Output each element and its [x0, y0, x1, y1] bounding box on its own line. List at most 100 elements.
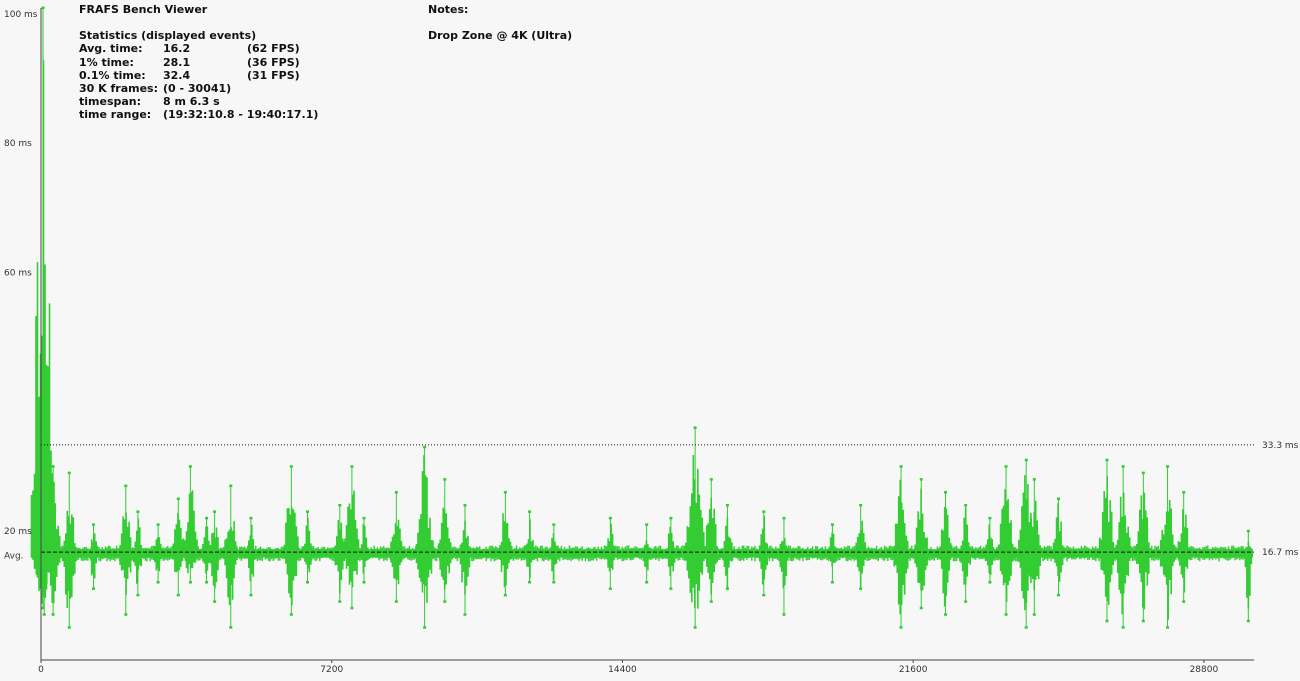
spike-cap-top [124, 484, 128, 488]
spike-cluster [1159, 499, 1177, 620]
frame-time-spike [172, 497, 185, 597]
frame-time-spike [459, 503, 471, 616]
spike-cluster [172, 513, 185, 573]
spike-cap-top [1024, 458, 1028, 462]
spike-cap-bottom [503, 593, 507, 597]
spike-cluster [998, 489, 1015, 603]
y-tick-label: Avg. [4, 551, 24, 561]
spike-cluster [1027, 500, 1043, 590]
stat-value: (19:32:10.8 - 19:40:17.1) [163, 108, 319, 122]
spike-cap-top [964, 503, 968, 507]
spike-cluster [1052, 503, 1065, 582]
spike-cap-bottom [1032, 613, 1036, 616]
spike-cap-bottom [762, 593, 766, 597]
frame-time-spike [960, 503, 971, 603]
frame-time-spike [893, 465, 910, 629]
spike-cap-top [1004, 465, 1008, 468]
spike-cap-top [463, 503, 467, 507]
x-tick-label: 28800 [1190, 665, 1219, 675]
frame-time-spike [758, 510, 770, 597]
spike-cap-bottom [394, 600, 398, 603]
spike-cap-top [362, 516, 366, 520]
spike-cap-bottom [362, 580, 366, 584]
spike-cluster [666, 526, 676, 576]
spike-cap-top [350, 465, 354, 468]
frame-time-spike [549, 523, 559, 584]
spike-cap-top [205, 516, 209, 520]
frame-time-spike [62, 471, 78, 629]
x-tick-label: 14400 [608, 665, 637, 675]
notes-panel: Notes: Drop Zone @ 4K (Ultra) [428, 3, 572, 42]
spike-cap-top [213, 510, 217, 513]
spike-cap-bottom [124, 613, 128, 616]
statistics-panel: FRAFS Bench Viewer Statistics (displayed… [79, 3, 318, 122]
spike-cap-bottom [67, 626, 71, 629]
notes-text: Drop Zone @ 4K (Ultra) [428, 29, 573, 43]
spike-cluster [1098, 476, 1116, 605]
spike-cap-top [1166, 465, 1170, 468]
spike-cap-top [188, 465, 192, 468]
frame-time-spike [334, 503, 346, 603]
spike-cluster [642, 540, 652, 571]
spike-cluster [524, 519, 536, 579]
spike-cap-top [669, 516, 673, 520]
spike-cluster [359, 524, 369, 574]
frame-time-spike [246, 516, 256, 597]
y-tick-label: 80 ms [4, 139, 32, 149]
spike-cap-bottom [943, 613, 947, 616]
spike-cluster [758, 515, 770, 585]
frame-time-spike [119, 484, 133, 616]
spike-cap-top [1121, 465, 1125, 468]
spike-cluster [246, 524, 256, 582]
stat-value: (0 - 30041) [163, 81, 232, 95]
spike-cap-top [41, 6, 45, 10]
spike-cluster [182, 490, 200, 574]
stat-row: 30 K frames: (0 - 30041) [79, 82, 256, 95]
stat-row: 1% time: 28.1 (36 FPS) [79, 56, 300, 69]
x-tick-label: 21600 [899, 665, 928, 675]
frame-time-spike [415, 445, 434, 629]
spike-cap-bottom [899, 626, 903, 629]
spike-cluster [437, 507, 453, 590]
spike-cap-bottom [528, 580, 532, 584]
frame-time-spike [499, 491, 513, 597]
spike-cap-bottom [51, 613, 55, 616]
spike-cluster [202, 526, 212, 574]
frame-time-spike [1027, 478, 1043, 616]
spike-cap-bottom [1246, 619, 1250, 623]
spike-cap-bottom [1105, 619, 1109, 623]
spike-cluster [828, 532, 838, 567]
y-tick-label: 60 ms [4, 268, 32, 278]
spike-cluster [855, 520, 866, 588]
frame-time-spike [302, 510, 314, 584]
spike-cap-bottom [229, 626, 233, 629]
spike-cap-top [156, 523, 160, 526]
spike-cap-bottom [645, 580, 649, 584]
spike-cap-top [1032, 478, 1036, 481]
statistics-heading: Statistics (displayed events) [79, 29, 257, 43]
spike-cluster [334, 520, 346, 594]
frame-time-spike [855, 503, 866, 590]
spike-cap-bottom [988, 580, 992, 584]
spike-cap-top [762, 510, 766, 513]
spike-cap-bottom [964, 600, 968, 603]
spike-cap-top [249, 516, 253, 520]
spike-cluster [779, 538, 789, 589]
spike-cap-top [1182, 491, 1186, 494]
stat-label: time range: [79, 108, 152, 122]
spike-cluster [209, 527, 221, 589]
spike-cap-bottom [463, 613, 467, 616]
frame-time-spike [133, 510, 144, 597]
spike-cluster [499, 513, 513, 588]
spike-cluster [344, 490, 361, 588]
spike-cluster [1136, 492, 1152, 610]
y-tick-label: 100 ms [4, 10, 38, 20]
spike-cap-bottom [338, 600, 342, 603]
stat-label: timespan: [79, 95, 142, 109]
frame-time-spike [914, 478, 930, 610]
spike-cluster [459, 520, 471, 595]
spike-cap-top [338, 503, 342, 507]
spike-cap-bottom [136, 593, 140, 597]
spike-cap-top [782, 516, 786, 520]
spike-cluster [283, 507, 301, 606]
